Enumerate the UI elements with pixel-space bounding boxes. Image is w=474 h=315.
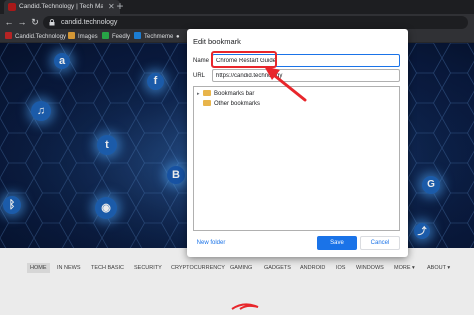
folder-label: Other bookmarks — [214, 101, 261, 107]
bookmark-images[interactable]: Images — [68, 32, 98, 42]
folder-tree[interactable]: ▸ Bookmarks bar Other bookmarks — [193, 86, 400, 231]
bookmark-name-input[interactable] — [212, 54, 400, 67]
url-label: URL — [193, 73, 206, 79]
save-button[interactable]: Save — [317, 236, 357, 250]
new-tab-button[interactable]: + — [114, 0, 126, 13]
images-icon — [68, 32, 75, 39]
bluetooth-icon: ᛒ — [3, 196, 21, 214]
new-folder-button[interactable]: New folder — [193, 237, 229, 249]
bitcoin-icon: B — [167, 166, 185, 184]
facebook-icon: f — [147, 73, 164, 90]
lock-icon — [49, 19, 55, 26]
twitter-icon: t — [97, 135, 117, 155]
nav-security[interactable]: SECURITY — [134, 263, 162, 273]
forward-arrow-icon[interactable]: → — [16, 16, 28, 28]
share-icon: ⤴ — [414, 223, 430, 239]
nav-cryptocurrency[interactable]: CRYPTOCURRENCY — [171, 263, 225, 273]
nav-ios[interactable]: IOS — [336, 263, 345, 273]
nav-gaming[interactable]: GAMING — [230, 263, 252, 273]
bookmark-candid-technology[interactable]: Candid.Technology — [5, 32, 66, 42]
bookmark-techmeme[interactable]: Techmeme — [134, 32, 173, 42]
headphones-icon: ♫ — [31, 101, 51, 121]
site-favicon-icon — [8, 3, 16, 11]
bookmark-label: Candid.Technology — [15, 34, 67, 40]
amazon-icon: a — [54, 53, 70, 69]
bookmark-feedly[interactable]: Feedly — [102, 32, 130, 42]
feedly-icon — [102, 32, 109, 39]
nav-about[interactable]: ABOUT ▾ — [427, 263, 450, 273]
bookmark-url-input[interactable] — [212, 69, 400, 82]
back-arrow-icon[interactable]: ← — [3, 16, 15, 28]
nav-android[interactable]: ANDROID — [300, 263, 325, 273]
techmeme-icon — [134, 32, 141, 39]
folder-bookmarks-bar[interactable]: ▸ Bookmarks bar — [197, 89, 254, 99]
google-icon: G — [422, 176, 440, 194]
page-content-area — [0, 288, 474, 315]
name-label: Name — [193, 58, 210, 64]
address-bar[interactable]: candid.technology — [43, 16, 468, 29]
url-text: candid.technology — [61, 19, 118, 26]
bookmark-label: Images — [78, 34, 98, 40]
nav-gadgets[interactable]: GADGETS — [264, 263, 291, 273]
tab-strip: Candid.Technology | Tech Made ✕ + — [0, 0, 474, 14]
camera-icon: ◉ — [95, 197, 117, 219]
bookmark-label: Feedly — [112, 34, 131, 40]
folder-icon — [203, 100, 211, 106]
bookmark-label: Techmeme — [144, 34, 174, 40]
folder-other-bookmarks[interactable]: Other bookmarks — [203, 99, 260, 109]
candid-logo-icon — [5, 32, 12, 39]
tab-title: Candid.Technology | Tech Made — [19, 3, 103, 10]
globe-icon[interactable]: ● — [176, 32, 180, 42]
nav-more[interactable]: MORE ▾ — [394, 263, 415, 273]
edit-bookmark-dialog: Edit bookmark Name URL ▸Bookmarks bar Ot… — [187, 29, 408, 257]
nav-windows[interactable]: WINDOWS — [356, 263, 384, 273]
cancel-button[interactable]: Cancel — [360, 236, 400, 250]
browser-tab[interactable]: Candid.Technology | Tech Made ✕ — [4, 0, 120, 14]
nav-home[interactable]: HOME — [27, 263, 50, 273]
nav-in-news[interactable]: IN NEWS — [57, 263, 81, 273]
reload-icon[interactable]: ↻ — [29, 16, 41, 28]
folder-icon — [203, 90, 211, 96]
dialog-title: Edit bookmark — [193, 37, 241, 46]
folder-label: Bookmarks bar — [214, 91, 255, 97]
nav-tech-basic[interactable]: TECH BASIC — [91, 263, 124, 273]
